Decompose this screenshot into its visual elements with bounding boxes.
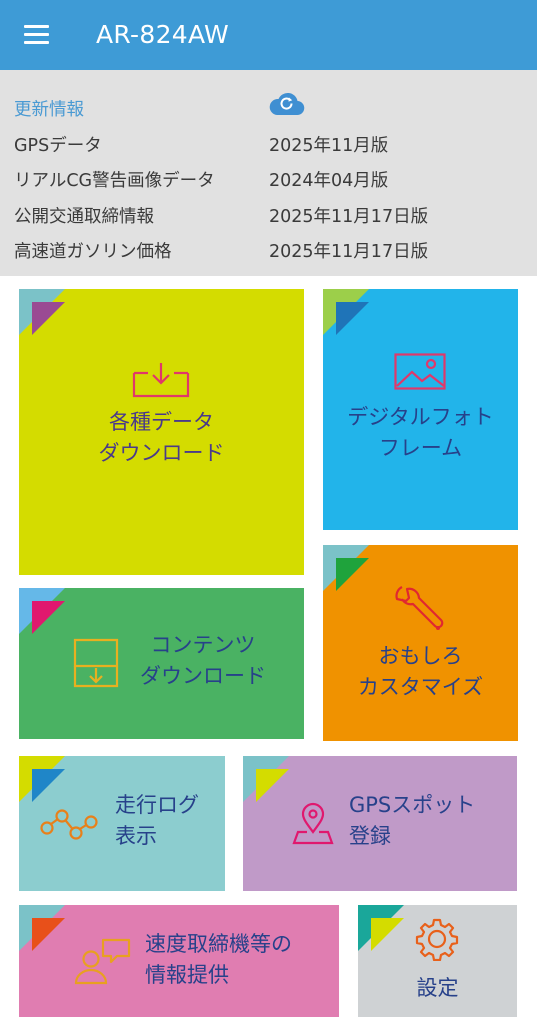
tile-gps-spot[interactable]: GPSスポット 登録 (243, 756, 517, 891)
info-label-cg: リアルCG警告画像データ (14, 171, 215, 191)
tile-data-download-line1: 各種データ (109, 410, 214, 434)
tile-corner-mark (243, 756, 289, 802)
cloud-refresh-icon[interactable] (268, 91, 306, 117)
gear-icon (415, 918, 459, 961)
download-tray-icon (132, 363, 190, 398)
contents-box-icon (73, 638, 119, 688)
tile-data-download-line2: ダウンロード (98, 441, 225, 465)
tile-photo-frame-line2: フレーム (378, 436, 463, 460)
app-bar: AR-824AW (0, 0, 537, 70)
tile-drive-log[interactable]: 走行ログ 表示 (19, 756, 225, 891)
map-pin-icon (292, 802, 334, 845)
person-chat-icon (74, 938, 131, 985)
wrench-icon (395, 586, 444, 630)
tile-drive-log-line2: 表示 (115, 824, 157, 848)
tile-photo-frame[interactable]: デジタルフォト フレーム (323, 289, 518, 530)
tile-customize-line1: おもしろ (378, 644, 463, 668)
tile-contents-line1: コンテンツ (150, 633, 256, 657)
tile-corner-mark (19, 756, 65, 802)
info-label-gasoline: 高速道ガソリン価格 (14, 242, 172, 262)
tile-settings-label: 設定 (416, 976, 459, 1000)
info-value-gps: 2025年11月版 (269, 136, 389, 156)
hamburger-icon-bar (24, 41, 49, 44)
info-value-enforcement: 2025年11月17日版 (269, 207, 429, 227)
update-info-panel: 更新情報 GPSデータ 2025年11月版 リアルCG警告画像データ 2024年… (0, 70, 537, 276)
tile-corner-mark (19, 905, 65, 951)
tile-speed-trap-line1: 速度取締機等の (145, 932, 292, 956)
tile-drive-log-line1: 走行ログ (115, 793, 199, 817)
tile-speed-trap-info[interactable]: 速度取締機等の 情報提供 (19, 905, 339, 1017)
tile-corner-mark (19, 289, 65, 335)
tile-corner-mark (323, 289, 369, 335)
info-value-gasoline: 2025年11月17日版 (269, 242, 429, 262)
tile-contents-line2: ダウンロード (140, 664, 266, 688)
update-info-heading: 更新情報 (14, 100, 84, 120)
tile-corner-mark (358, 905, 404, 951)
tile-corner-mark (323, 545, 369, 591)
tile-data-download[interactable]: 各種データ ダウンロード (19, 289, 304, 575)
route-log-icon (40, 809, 98, 840)
menu-button[interactable] (14, 16, 58, 52)
tile-gps-spot-line2: 登録 (349, 824, 391, 848)
tile-settings[interactable]: 設定 (358, 905, 517, 1017)
tile-customize[interactable]: おもしろ カスタマイズ (323, 545, 518, 741)
tile-customize-line2: カスタマイズ (357, 675, 484, 699)
info-label-enforcement: 公開交通取締情報 (14, 207, 154, 227)
hamburger-icon-bar (24, 33, 49, 36)
tile-gps-spot-line1: GPSスポット (349, 793, 476, 817)
tile-contents-download[interactable]: コンテンツ ダウンロード (19, 588, 304, 739)
hamburger-icon (24, 25, 49, 28)
photo-frame-icon (394, 353, 446, 390)
tile-speed-trap-line2: 情報提供 (145, 963, 229, 987)
info-label-gps: GPSデータ (14, 136, 102, 156)
app-title: AR-824AW (96, 20, 230, 49)
tile-corner-mark (19, 588, 65, 634)
tile-photo-frame-line1: デジタルフォト (347, 405, 494, 429)
info-value-cg: 2024年04月版 (269, 171, 389, 191)
